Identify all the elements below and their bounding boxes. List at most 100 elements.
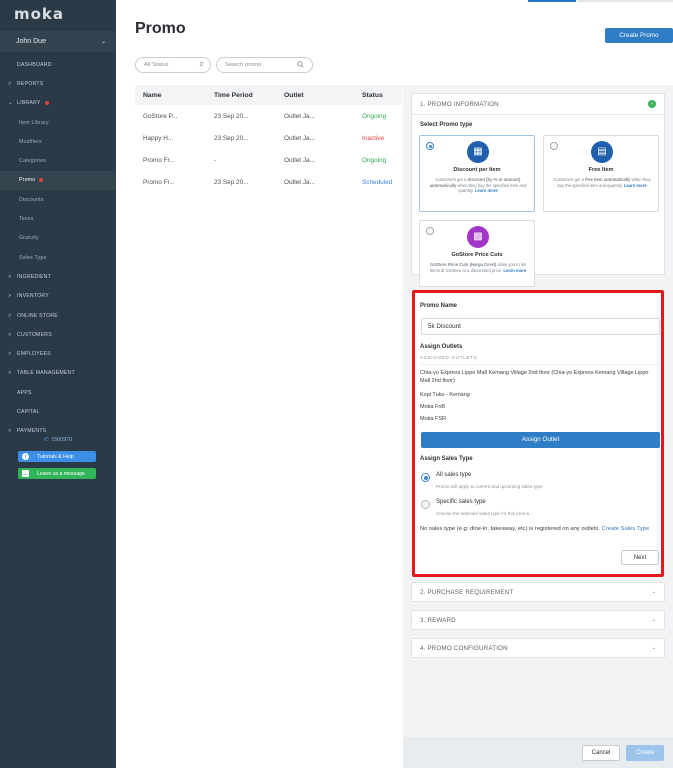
sidebar-item-promo[interactable]: Promo [0, 170, 116, 191]
next-button[interactable]: Next [621, 550, 659, 565]
sidebar-item-reports[interactable]: > REPORTS [0, 74, 116, 93]
promo-name-label: Promo Name [420, 303, 458, 309]
discount-tag-icon: ▦ [467, 141, 489, 163]
status-badge: Inactive [362, 134, 385, 142]
table-row[interactable]: Promo Fr... - Outlet Ja... Ongoing [135, 149, 402, 171]
status-badge: Ongoing [362, 112, 387, 120]
status-badge: Scheduled [362, 178, 393, 186]
phone-icon: ✆ [43, 437, 49, 443]
sidebar-item-gratuity[interactable]: Gratuity [0, 229, 116, 248]
sidebar-item-taxes[interactable]: Taxes [0, 209, 116, 228]
sidebar-item-ingredient[interactable]: > INGREDIENT [0, 267, 116, 286]
search-icon [297, 60, 304, 70]
radio-button[interactable] [426, 142, 434, 150]
chevron-down-icon: ⌄ [651, 617, 656, 623]
promo-type-name: Free Item [588, 167, 614, 173]
promo-type-gostore-price-cuts[interactable]: ▩ GoStore Price Cuts GoStore Price Cuts … [419, 220, 535, 287]
column-header-name[interactable]: Name [135, 92, 208, 99]
sidebar-item-library[interactable]: ⌄ LIBRARY [0, 94, 116, 113]
promo-type-description: Customers get a free item automatically … [553, 177, 651, 188]
search-input[interactable] [225, 62, 285, 68]
promo-type-free-item[interactable]: ▤ Free Item Customers get a free item au… [543, 135, 659, 212]
option-label[interactable]: Specific sales type [436, 499, 486, 505]
free-item-icon: ▤ [591, 141, 613, 163]
assign-outlet-button[interactable]: Assign Outlet [421, 432, 660, 448]
radio-all-sales-type[interactable] [421, 473, 430, 482]
promo-configuration-section[interactable]: 4. PROMO CONFIGURATION ⌄ [411, 638, 665, 658]
option-hint: Choose the selected sales type for this … [436, 511, 531, 516]
create-button[interactable]: Create [626, 745, 664, 761]
radio-button[interactable] [426, 227, 434, 235]
promo-type-discount-per-item[interactable]: ▦ Discount per Item Customers get a disc… [419, 135, 535, 212]
search-field[interactable] [216, 57, 313, 73]
promo-type-description: Customers get a discount (by % or amount… [429, 177, 527, 194]
sidebar-item-categories[interactable]: Categories [0, 151, 116, 170]
table-row[interactable]: Promo Fr... 23 Sep 20... Outlet Ja... Sc… [135, 171, 402, 193]
sidebar-nav: DASHBOARD > REPORTS ⌄ LIBRARY Item Library… [0, 55, 116, 441]
cell-outlet: Outlet Ja... [284, 178, 315, 186]
option-hint: Promo will apply to current and upcoming… [436, 484, 544, 489]
table-row[interactable]: GoStore P... 23 Sep 20... Outlet Ja... O… [135, 105, 402, 127]
promo-table: Name Time Period Outlet Status GoStore P… [135, 85, 402, 193]
notification-dot [44, 101, 49, 106]
cell-name: Happy H... [143, 134, 174, 142]
chevron-right-icon: > [8, 351, 12, 358]
sidebar-item-customers[interactable]: > CUSTOMERS [0, 325, 116, 344]
user-menu[interactable]: John Due ⌄ [0, 31, 116, 52]
cell-time-period: - [214, 156, 217, 164]
sidebar-item-inventory[interactable]: > INVENTORY [0, 287, 116, 306]
column-header-outlet[interactable]: Outlet [284, 92, 357, 99]
tutorials-help-button[interactable]: i Tutorials & Help [18, 451, 96, 462]
promo-information-section: 1. PROMO INFORMATION ✓ Select Promo type… [411, 93, 665, 287]
section-title: 3. REWARD [420, 616, 456, 624]
updown-chevron-icon: ⇵ [199, 62, 204, 68]
column-header-time-period[interactable]: Time Period [208, 92, 284, 99]
promo-type-name: GoStore Price Cuts [451, 252, 503, 258]
check-icon: ✓ [648, 100, 656, 108]
radio-button[interactable] [550, 142, 558, 150]
sidebar-item-apps[interactable]: APPS [0, 383, 116, 402]
promo-form-highlight: Promo Name Assign Outlets ASSIGNED OUTLE… [412, 290, 664, 577]
moka-logo: moka [14, 5, 65, 23]
sidebar-item-sales-type[interactable]: Sales Type [0, 248, 116, 267]
option-label[interactable]: All sales type [436, 472, 471, 478]
promo-type-description: GoStore Price Cuts (Harga Coret) allow y… [429, 262, 527, 273]
leave-message-button[interactable]: … Leave us a message [18, 468, 96, 479]
chevron-right-icon: > [8, 273, 12, 280]
chevron-right-icon: > [8, 331, 12, 338]
sidebar-item-capital[interactable]: CAPITAL [0, 402, 116, 421]
table-row[interactable]: Happy H... 23 Sep 20... Outlet Ja... Ina… [135, 127, 402, 149]
radio-specific-sales-type[interactable] [421, 500, 430, 509]
section-title: 4. PROMO CONFIGURATION [420, 644, 508, 652]
assigned-outlets-header: ASSIGNED OUTLETS [420, 355, 478, 360]
create-sales-type-link[interactable]: Create Sales Type [602, 526, 650, 532]
panel-footer: Cancel Create [403, 737, 673, 768]
cancel-button[interactable]: Cancel [582, 745, 620, 761]
status-badge: Ongoing [362, 156, 387, 164]
sidebar-item-table-management[interactable]: > TABLE MANAGEMENT [0, 364, 116, 383]
section-title[interactable]: 1. PROMO INFORMATION [420, 101, 499, 108]
no-sales-type-notice: No sales type (e.g: dine-in, takeaway, e… [420, 526, 650, 532]
learn-more-link[interactable]: Learn more [475, 188, 498, 193]
sidebar-item-online-store[interactable]: > ONLINE STORE [0, 306, 116, 325]
learn-more-link[interactable]: Learn more [624, 183, 647, 188]
sidebar-item-employees[interactable]: > EMPLOYEES [0, 344, 116, 363]
status-filter-select[interactable]: All Status ⇵ [135, 57, 211, 73]
top-tab-indicator [528, 0, 576, 2]
support-phone[interactable]: ✆ 1500970 [0, 437, 116, 443]
create-promo-button[interactable]: Create Promo [605, 28, 673, 43]
learn-more-link[interactable]: Learn more [503, 268, 526, 273]
outlet-item: Chia-yo Express Lippo Mall Kemang Villag… [420, 370, 649, 384]
reward-section[interactable]: 3. REWARD ⌄ [411, 610, 665, 630]
sidebar-item-discounts[interactable]: Discounts [0, 190, 116, 209]
sidebar-item-item-library[interactable]: Item Library [0, 113, 116, 132]
column-header-status[interactable]: Status [357, 92, 402, 99]
page-title: Promo [135, 20, 186, 37]
purchase-requirement-section[interactable]: 2. PURCHASE REQUIREMENT ⌄ [411, 582, 665, 602]
sidebar-item-modifiers[interactable]: Modifiers [0, 132, 116, 151]
chevron-down-icon: ⌄ [100, 39, 106, 45]
sidebar-item-dashboard[interactable]: DASHBOARD [0, 55, 116, 74]
promo-name-input[interactable] [421, 318, 660, 335]
outlet-item: Moka FSR [420, 416, 446, 422]
cell-name: GoStore P... [143, 112, 178, 120]
